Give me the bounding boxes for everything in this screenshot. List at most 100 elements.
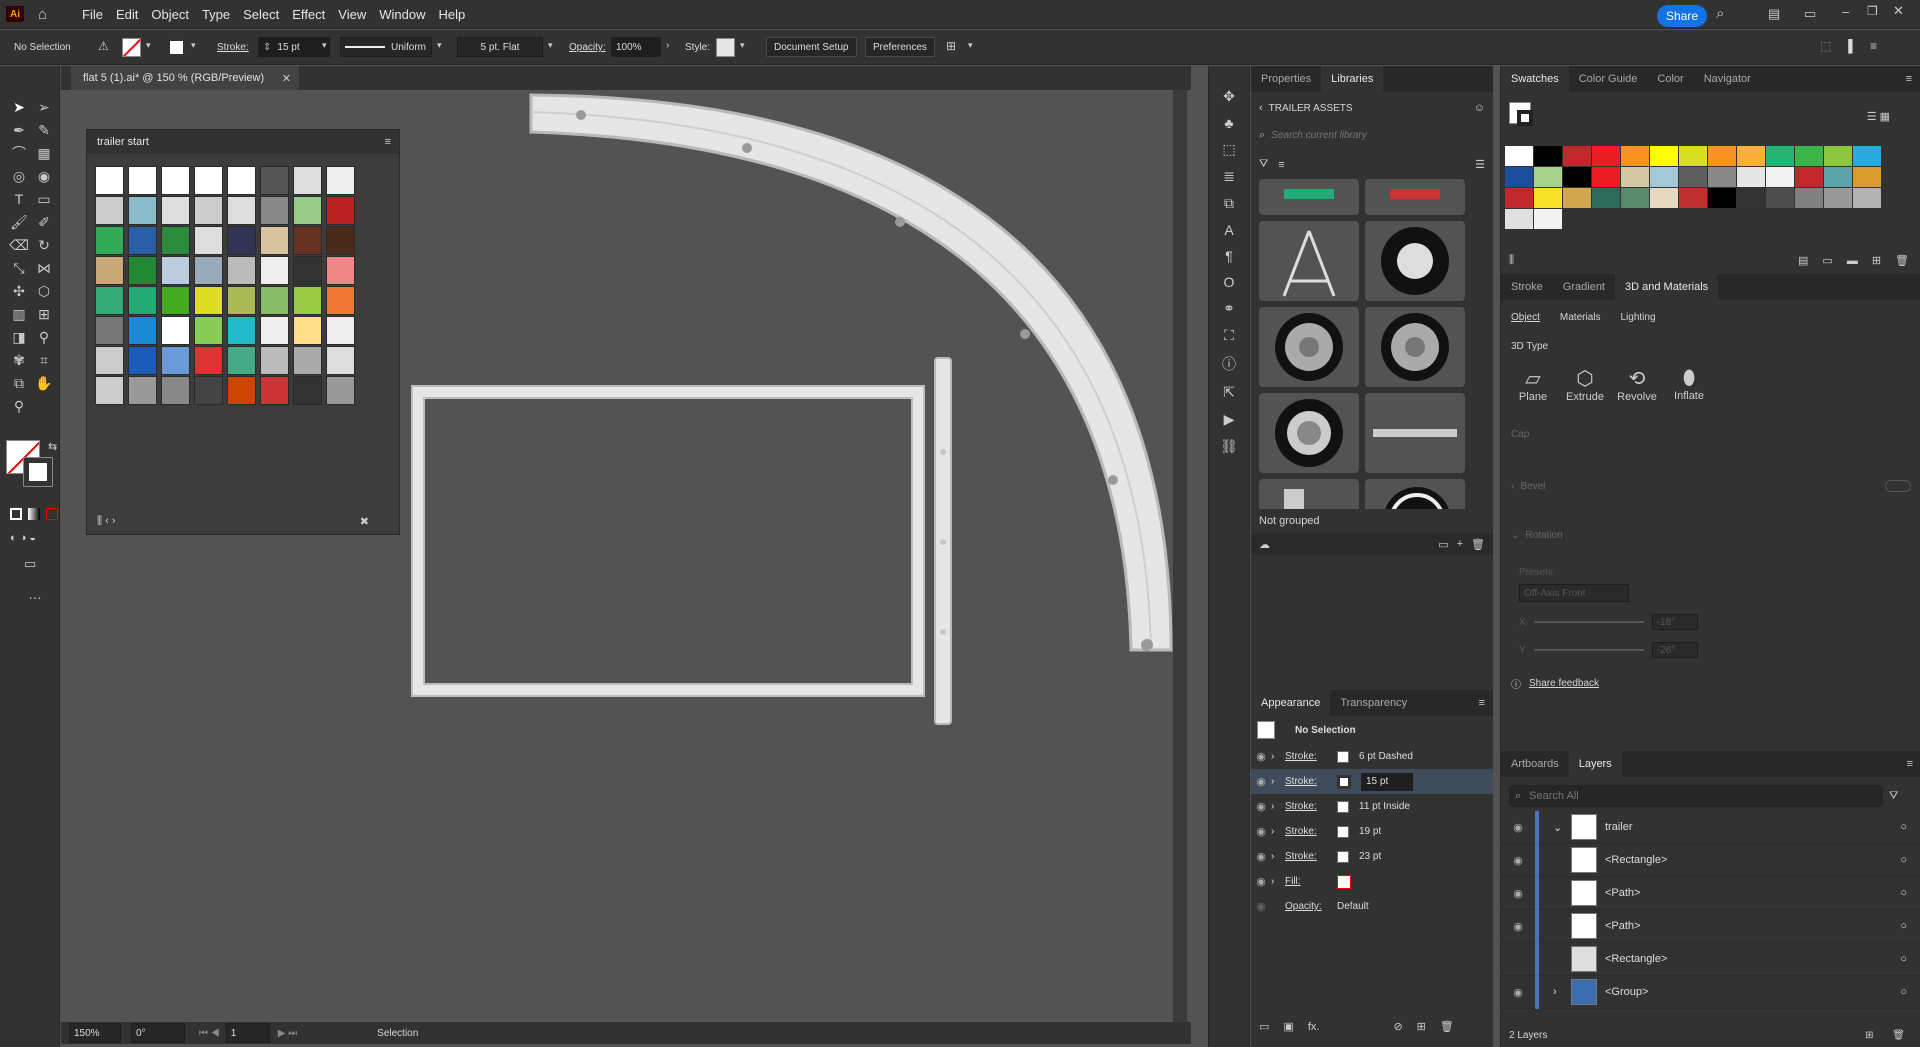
tab-color-guide[interactable]: Color Guide: [1569, 66, 1648, 92]
screen-mode-icon[interactable]: ▭: [24, 556, 36, 572]
tab-stroke[interactable]: Stroke: [1501, 274, 1553, 300]
cloud-icon[interactable]: ☁: [1259, 538, 1270, 551]
eye-icon[interactable]: ◉: [1501, 821, 1535, 834]
color-swatch[interactable]: [1679, 188, 1707, 208]
pattern-swatch[interactable]: [227, 376, 256, 405]
y-value[interactable]: -26°: [1651, 642, 1698, 658]
graphic-style-swatch[interactable]: [716, 38, 735, 57]
brush-definition[interactable]: 5 pt. Flat: [457, 37, 543, 57]
tab-3d-materials[interactable]: 3D and Materials: [1615, 274, 1719, 300]
delete-swatch-icon[interactable]: ✖: [360, 515, 369, 528]
eye-icon[interactable]: ◉: [1501, 887, 1535, 900]
color-swatch[interactable]: [1534, 209, 1562, 229]
layer-row[interactable]: ◉ <Path> ○: [1501, 876, 1920, 910]
color-swatch[interactable]: [1737, 167, 1765, 187]
pattern-swatch[interactable]: [128, 376, 157, 405]
chevron-down-icon[interactable]: ▾: [322, 40, 327, 51]
stroke-weight-input[interactable]: ⇕ 15 pt: [258, 37, 330, 57]
pattern-swatch[interactable]: [194, 376, 223, 405]
extrude-button[interactable]: ⬡ Extrude: [1559, 366, 1611, 403]
list-view-icon[interactable]: ☰: [1475, 158, 1485, 171]
active-stroke-swatch[interactable]: [1517, 110, 1533, 126]
fill-swatch[interactable]: [122, 38, 141, 57]
chevron-down-icon[interactable]: ▾: [437, 40, 442, 51]
pattern-swatch[interactable]: [95, 256, 124, 285]
panel-menu-icon[interactable]: ≡: [1479, 697, 1485, 709]
pattern-swatch[interactable]: [293, 226, 322, 255]
bevel-label[interactable]: Bevel: [1520, 481, 1545, 492]
layer-row[interactable]: ◉ › <Group> ○: [1501, 975, 1920, 1009]
asset-item[interactable]: [1365, 479, 1465, 509]
share-button[interactable]: Share: [1657, 5, 1707, 27]
pattern-swatch[interactable]: [128, 196, 157, 225]
color-swatch[interactable]: [1795, 188, 1823, 208]
target-icon[interactable]: ○: [1900, 854, 1907, 866]
gradient-mode-icon[interactable]: [28, 508, 40, 520]
target-icon[interactable]: ○: [1900, 986, 1907, 998]
preferences-button[interactable]: Preferences: [865, 37, 935, 57]
appearance-row[interactable]: ◉ › Stroke: 23 pt: [1251, 844, 1493, 869]
color-swatch[interactable]: [1766, 188, 1794, 208]
clear-appearance-icon[interactable]: ⊘: [1393, 1020, 1402, 1033]
pattern-swatch[interactable]: [95, 286, 124, 315]
pattern-swatch[interactable]: [194, 196, 223, 225]
pattern-swatch[interactable]: [326, 196, 355, 225]
info-icon[interactable]: ⓘ: [1222, 354, 1236, 374]
pattern-swatch[interactable]: [161, 166, 190, 195]
pen-tool-icon[interactable]: ✒: [8, 119, 30, 141]
color-swatch[interactable]: [1621, 167, 1649, 187]
layer-row[interactable]: ◉ <Path> ○: [1501, 909, 1920, 943]
frame-rectangle[interactable]: [412, 386, 924, 696]
eye-icon[interactable]: ◉: [1501, 854, 1535, 867]
color-swatch[interactable]: [1563, 146, 1591, 166]
pattern-swatch[interactable]: [260, 226, 289, 255]
expand-icon[interactable]: ›: [1271, 801, 1285, 812]
pattern-swatch[interactable]: [194, 286, 223, 315]
tab-appearance[interactable]: Appearance: [1251, 690, 1331, 716]
target-icon[interactable]: ○: [1900, 953, 1907, 965]
eye-icon[interactable]: ◉: [1251, 850, 1271, 863]
target-icon[interactable]: ○: [1900, 920, 1907, 932]
chevron-down-icon[interactable]: ▾: [191, 40, 196, 51]
pattern-swatch[interactable]: [227, 256, 256, 285]
width-tool-icon[interactable]: ⋈: [33, 257, 55, 279]
inflate-button[interactable]: ⬮ Inflate: [1663, 367, 1715, 402]
color-swatch[interactable]: [1766, 146, 1794, 166]
pattern-swatch[interactable]: [326, 316, 355, 345]
eye-icon[interactable]: ◉: [1251, 900, 1271, 913]
add-fill-icon[interactable]: ▣: [1283, 1020, 1293, 1033]
pattern-swatch[interactable]: [95, 376, 124, 405]
scale-tool-icon[interactable]: ⤡: [8, 257, 30, 279]
transform-icon[interactable]: ⬚: [1222, 141, 1235, 158]
color-swatch[interactable]: [1737, 188, 1765, 208]
expand-icon[interactable]: ›: [1553, 986, 1571, 998]
eye-icon[interactable]: ◉: [1251, 750, 1271, 763]
symbol-sprayer-icon[interactable]: ✾: [8, 349, 30, 371]
color-swatch[interactable]: [1708, 167, 1736, 187]
pattern-swatch[interactable]: [161, 226, 190, 255]
asset-item[interactable]: [1365, 221, 1465, 301]
add-icon[interactable]: ⊞: [1872, 254, 1881, 267]
blob-brush-icon[interactable]: ✐: [33, 211, 55, 233]
align-icon[interactable]: ▐: [1844, 39, 1853, 53]
color-swatch[interactable]: [1534, 167, 1562, 187]
pattern-swatch[interactable]: [260, 196, 289, 225]
eye-icon[interactable]: ◉: [1251, 875, 1271, 888]
document-setup-button[interactable]: Document Setup: [766, 37, 857, 57]
asset-item[interactable]: [1259, 479, 1359, 509]
appearance-row[interactable]: ◉ › Stroke: 6 pt Dashed: [1251, 744, 1493, 769]
arc-tool-icon[interactable]: ⌒: [8, 142, 30, 164]
none-fill-icon[interactable]: [1337, 874, 1351, 889]
appearance-row-label[interactable]: Stroke:: [1285, 776, 1337, 787]
color-swatch[interactable]: [1592, 188, 1620, 208]
asset-item[interactable]: [1259, 179, 1359, 215]
folder-icon[interactable]: ▭: [1438, 538, 1448, 551]
color-swatch[interactable]: [1795, 167, 1823, 187]
align-icon[interactable]: ≣: [1223, 168, 1235, 185]
pattern-swatch[interactable]: [260, 316, 289, 345]
pattern-swatch[interactable]: [161, 196, 190, 225]
none-mode-icon[interactable]: [46, 508, 58, 520]
image-trace-icon[interactable]: ⛶: [1224, 327, 1234, 344]
plane-button[interactable]: ▱ Plane: [1507, 366, 1559, 403]
curvature-tool-icon[interactable]: ✎: [33, 119, 55, 141]
